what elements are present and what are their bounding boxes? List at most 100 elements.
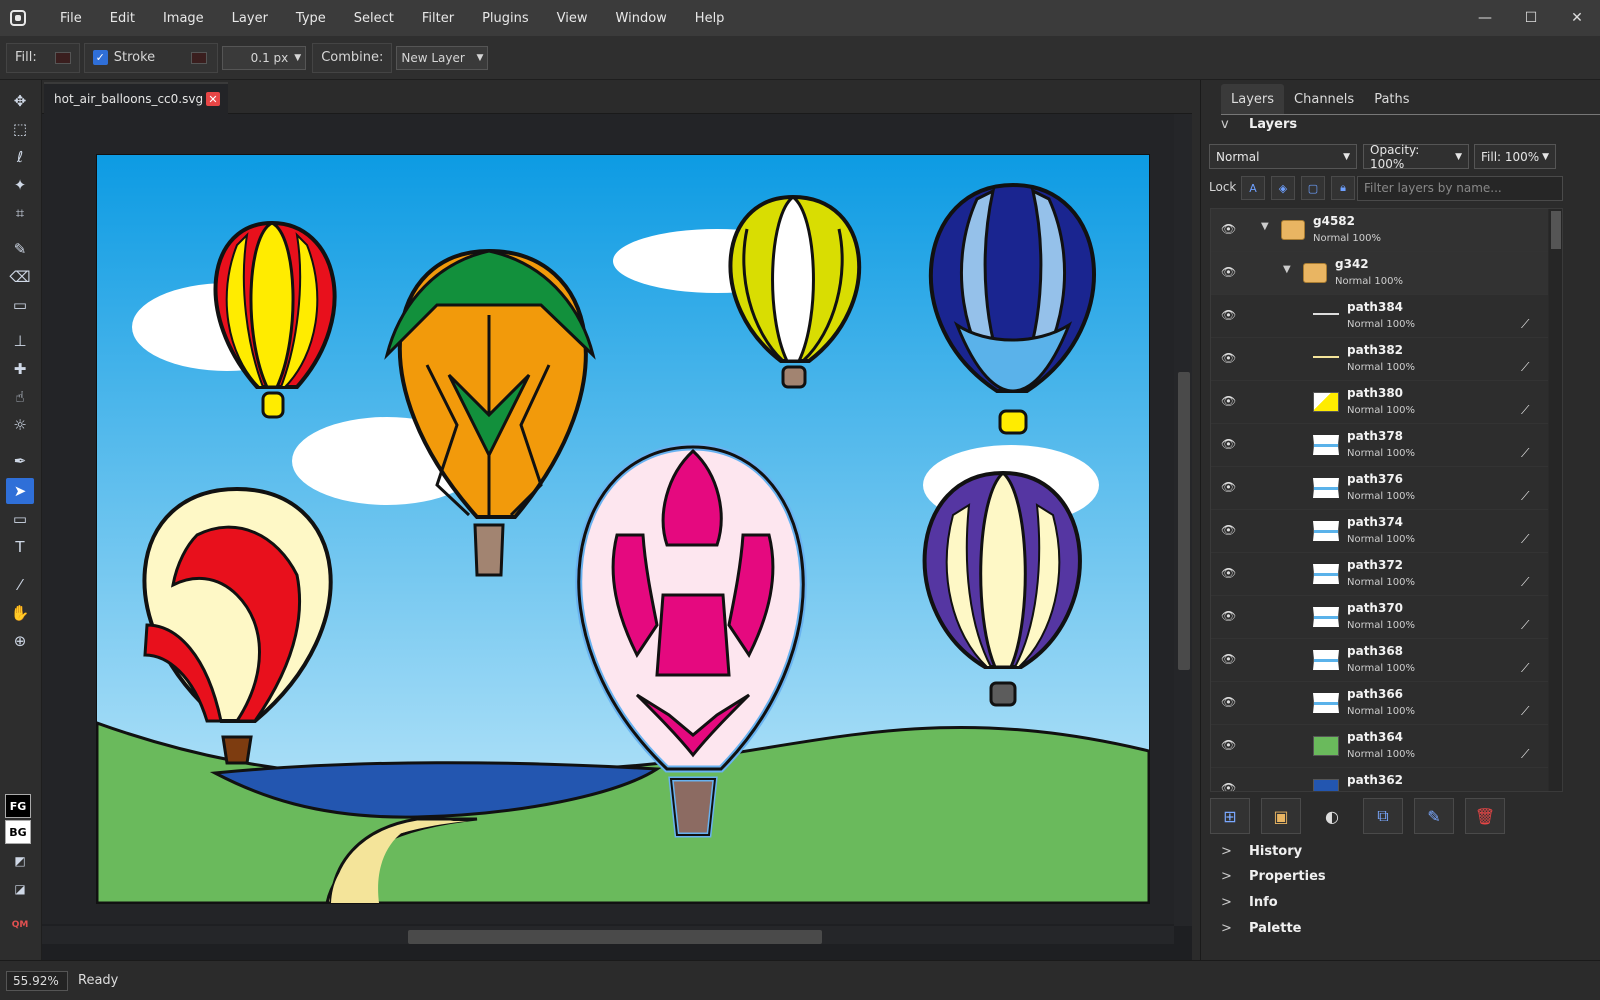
menu-view[interactable]: View	[557, 11, 588, 26]
zoom-tool-icon[interactable]: ⊕	[6, 628, 34, 654]
menu-help[interactable]: Help	[695, 11, 725, 26]
visibility-eye-icon[interactable]: 👁︎	[1221, 480, 1236, 494]
visibility-eye-icon[interactable]: 👁︎	[1221, 265, 1236, 279]
eraser-tool-icon[interactable]: ⌫	[6, 264, 34, 290]
visibility-eye-icon[interactable]: 👁︎	[1221, 609, 1236, 623]
reset-colors-icon[interactable]: ◪	[6, 876, 34, 902]
visibility-eye-icon[interactable]: 👁︎	[1221, 566, 1236, 580]
visibility-eye-icon[interactable]: 👁︎	[1221, 652, 1236, 666]
properties-section-header[interactable]: > Properties	[1207, 864, 1600, 889]
layer-row[interactable]: 👁︎ ⟋ path370 Normal 100%	[1211, 596, 1548, 639]
rect-select-tool-icon[interactable]: ⬚	[6, 116, 34, 142]
tab-paths[interactable]: Paths	[1364, 84, 1419, 114]
stroke-checkbox[interactable]: ✓	[92, 50, 108, 65]
layer-row[interactable]: 👁︎ ⟋ path380 Normal 100%	[1211, 381, 1548, 424]
menu-file[interactable]: File	[60, 11, 82, 26]
delete-layer-icon[interactable]: 🗑︎	[1465, 798, 1505, 834]
document-tab[interactable]: hot_air_balloons_cc0.svg ✕	[44, 82, 228, 114]
fill-color-swatch[interactable]	[54, 51, 71, 64]
text-tool-icon[interactable]: T	[6, 534, 34, 560]
visibility-eye-icon[interactable]: 👁︎	[1221, 738, 1236, 752]
quick-mask-button[interactable]: QM	[6, 912, 34, 938]
tab-layers[interactable]: Layers	[1221, 84, 1285, 114]
combine-dropdown[interactable]: New Layer ▼	[396, 45, 489, 70]
lock-all-icon[interactable]: 🔒︎	[1331, 176, 1355, 200]
menu-image[interactable]: Image	[163, 11, 204, 26]
path-select-tool-icon[interactable]: ➤	[6, 478, 34, 504]
lock-pixels-icon[interactable]: A	[1241, 176, 1265, 200]
menu-window[interactable]: Window	[616, 11, 667, 26]
layers-scrollbar[interactable]	[1549, 209, 1562, 791]
horizontal-scrollbar[interactable]	[42, 926, 1174, 944]
canvas[interactable]	[95, 154, 1151, 905]
layer-row[interactable]: 👁︎ ⟋ path376 Normal 100%	[1211, 467, 1548, 510]
menu-plugins[interactable]: Plugins	[482, 11, 529, 26]
visibility-eye-icon[interactable]: 👁︎	[1221, 523, 1236, 537]
shape-tool-icon[interactable]: ▭	[6, 506, 34, 532]
group-expand-icon[interactable]: ▼	[1261, 221, 1269, 232]
swap-colors-icon[interactable]: ◩	[6, 848, 34, 874]
layer-row[interactable]: 👁︎ ⟋ path362	[1211, 768, 1548, 791]
background-color[interactable]: BG	[5, 820, 31, 844]
layers-section-header[interactable]: v Layers	[1207, 112, 1600, 137]
dodge-tool-icon[interactable]: ☼	[6, 412, 34, 438]
move-tool-icon[interactable]: ✥	[6, 88, 34, 114]
artwork[interactable]	[95, 155, 1151, 905]
close-tab-icon[interactable]: ✕	[206, 92, 220, 106]
layers-list[interactable]: 👁︎ ▼ g4582 Normal 100% 👁︎ ▼ g342 Normal 100% 👁︎ ⟋…	[1210, 208, 1563, 792]
menu-layer[interactable]: Layer	[232, 11, 268, 26]
layer-row[interactable]: 👁︎ ⟋ path384 Normal 100%	[1211, 295, 1548, 338]
layer-row[interactable]: 👁︎ ⟋ path378 Normal 100%	[1211, 424, 1548, 467]
group-expand-icon[interactable]: ▼	[1283, 264, 1291, 275]
blend-mode-dropdown[interactable]: Normal ▼	[1209, 144, 1357, 169]
zoom-field[interactable]: 55.92%	[6, 970, 68, 991]
visibility-eye-icon[interactable]: 👁︎	[1221, 222, 1236, 236]
gradient-tool-icon[interactable]: ▭	[6, 292, 34, 318]
visibility-eye-icon[interactable]: 👁︎	[1221, 781, 1236, 791]
visibility-eye-icon[interactable]: 👁︎	[1221, 695, 1236, 709]
layers-scroll-thumb[interactable]	[1551, 211, 1561, 249]
adjustment-layer-icon[interactable]: ◐	[1312, 798, 1352, 834]
eyedropper-tool-icon[interactable]: ⁄	[6, 572, 34, 598]
layer-row[interactable]: 👁︎ ▼ g4582 Normal 100%	[1211, 209, 1548, 252]
menu-type[interactable]: Type	[296, 11, 326, 26]
lock-paint-icon[interactable]: ◈	[1271, 176, 1295, 200]
vertical-scroll-thumb[interactable]	[1178, 372, 1190, 670]
visibility-eye-icon[interactable]: 👁︎	[1221, 394, 1236, 408]
fill-dropdown[interactable]: Fill: 100% ▼	[1474, 144, 1556, 169]
lock-position-icon[interactable]: ▢	[1301, 176, 1325, 200]
menu-edit[interactable]: Edit	[110, 11, 135, 26]
canvas-viewport[interactable]	[42, 114, 1174, 924]
layer-row[interactable]: 👁︎ ⟋ path366 Normal 100%	[1211, 682, 1548, 725]
visibility-eye-icon[interactable]: 👁︎	[1221, 437, 1236, 451]
minimize-button[interactable]: —	[1462, 0, 1508, 36]
smudge-tool-icon[interactable]: ☝	[6, 384, 34, 410]
visibility-eye-icon[interactable]: 👁︎	[1221, 308, 1236, 322]
history-section-header[interactable]: > History	[1207, 839, 1600, 864]
layer-row[interactable]: 👁︎ ▼ g342 Normal 100%	[1211, 252, 1548, 295]
filter-layers-input[interactable]: Filter layers by name...	[1357, 176, 1563, 201]
info-section-header[interactable]: > Info	[1207, 890, 1600, 915]
stroke-color-swatch[interactable]	[191, 51, 208, 64]
lasso-tool-icon[interactable]: ℓ	[6, 144, 34, 170]
close-window-button[interactable]: ✕	[1554, 0, 1600, 36]
stroke-width-dropdown[interactable]: 0.1 px ▼	[222, 45, 307, 70]
menu-filter[interactable]: Filter	[422, 11, 454, 26]
magic-wand-tool-icon[interactable]: ✦	[6, 172, 34, 198]
pen-tool-icon[interactable]: ✒	[6, 448, 34, 474]
hand-tool-icon[interactable]: ✋	[6, 600, 34, 626]
layer-row[interactable]: 👁︎ ⟋ path374 Normal 100%	[1211, 510, 1548, 553]
duplicate-layer-icon[interactable]: ⧉	[1363, 798, 1403, 834]
crop-tool-icon[interactable]: ⌗	[6, 200, 34, 226]
layer-row[interactable]: 👁︎ ⟋ path368 Normal 100%	[1211, 639, 1548, 682]
edit-layer-icon[interactable]: ✎	[1414, 798, 1454, 834]
heal-tool-icon[interactable]: ✚	[6, 356, 34, 382]
visibility-eye-icon[interactable]: 👁︎	[1221, 351, 1236, 365]
tab-channels[interactable]: Channels	[1284, 84, 1364, 114]
new-layer-icon[interactable]: ⊞	[1210, 798, 1250, 834]
new-group-icon[interactable]: ▣	[1261, 798, 1301, 834]
foreground-color[interactable]: FG	[5, 794, 31, 818]
layer-row[interactable]: 👁︎ ⟋ path382 Normal 100%	[1211, 338, 1548, 381]
horizontal-scroll-thumb[interactable]	[408, 930, 822, 944]
maximize-button[interactable]: ☐	[1508, 0, 1554, 36]
